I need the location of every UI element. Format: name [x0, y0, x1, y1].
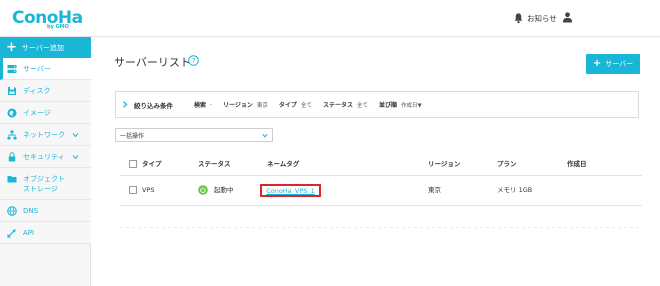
svg-text:?: ?: [192, 57, 196, 65]
dns-icon: [7, 205, 17, 216]
bulk-action-select[interactable]: 一括操作: [115, 128, 273, 142]
api-icon: [7, 228, 16, 238]
chevron-right-icon[interactable]: [122, 101, 128, 108]
sidebar-item-label: ネットワーク: [23, 130, 65, 139]
filter-type-label: タイプ: [278, 102, 297, 109]
sidebar-item-object-storage[interactable]: オブジェクト ストレージ: [0, 168, 91, 200]
bulk-action-value: 一括操作: [120, 132, 145, 140]
sidebar-item-label: セキュリティ: [23, 152, 65, 161]
power-icon: [198, 185, 208, 195]
chevron-down-icon: [72, 155, 79, 160]
disk-icon: [8, 86, 16, 95]
sidebar-item-label: DNS: [23, 206, 39, 215]
sidebar-item-image[interactable]: イメージ: [0, 102, 91, 124]
table-footer-divider: [120, 227, 642, 228]
column-header-plan[interactable]: プラン: [497, 155, 517, 173]
chevron-down-icon: [262, 133, 268, 138]
column-header-created[interactable]: 作成日: [567, 155, 587, 173]
sidebar-item-label: ディスク: [23, 86, 51, 95]
add-server-sidebar-button[interactable]: + サーバー追加: [0, 37, 91, 58]
bell-icon: [514, 13, 523, 24]
page-title: サーバーリスト: [114, 56, 191, 69]
help-icon[interactable]: ?: [188, 55, 199, 66]
sidebar-item-server[interactable]: サーバー: [0, 58, 91, 80]
row-type: VPS: [142, 186, 155, 194]
filter-title[interactable]: 絞り込み条件: [134, 100, 173, 110]
folder-icon: [7, 176, 17, 183]
row-checkbox[interactable]: [129, 186, 137, 194]
filter-sort-value: 作成日▼: [401, 102, 422, 109]
filter-panel[interactable]: 絞り込み条件 検索 - リージョン 東京 タイプ 全て ステータス 全て 並び順…: [115, 91, 639, 118]
table-header-divider: [120, 175, 642, 176]
sidebar-item-label: オブジェクト ストレージ: [23, 174, 65, 194]
sidebar-item-label: API: [23, 228, 35, 237]
network-icon: [7, 130, 17, 139]
column-header-status[interactable]: ステータス: [198, 155, 231, 173]
notifications-label: お知らせ: [527, 13, 557, 23]
chevron-down-icon: [72, 133, 79, 138]
column-header-type[interactable]: タイプ: [142, 155, 162, 173]
filter-search-value: -: [210, 101, 213, 108]
user-icon[interactable]: [562, 11, 573, 23]
row-status: 起動中: [214, 186, 234, 194]
select-all-checkbox[interactable]: [129, 160, 137, 168]
filter-type-value: 全て: [300, 102, 312, 109]
sidebar: + サーバー追加 サーバー ディスク イメージ ネットワーク セキュリティ オブ…: [0, 37, 91, 286]
sidebar-item-disk[interactable]: ディスク: [0, 80, 91, 102]
filter-region-value: 東京: [256, 102, 268, 109]
sidebar-item-network[interactable]: ネットワーク: [0, 124, 91, 146]
row-plan: メモリ 1GB: [497, 186, 533, 194]
lock-icon: [8, 151, 16, 161]
filter-sort-label: 並び順: [378, 102, 397, 109]
plus-icon: +: [592, 58, 602, 69]
add-server-button-label: サーバー: [605, 60, 634, 68]
filter-status-label: ステータス: [322, 102, 353, 109]
add-server-sidebar-label: サーバー追加: [21, 43, 64, 52]
notifications-button[interactable]: お知らせ: [513, 12, 557, 24]
filter-status-value: 全て: [356, 102, 368, 109]
sidebar-item-api[interactable]: API: [0, 222, 91, 244]
column-header-region[interactable]: リージョン: [428, 155, 460, 173]
server-icon: [7, 64, 17, 73]
sidebar-item-label-line1: オブジェクト: [23, 175, 65, 183]
sidebar-item-dns[interactable]: DNS: [0, 200, 91, 222]
logo-subtitle: by GMO: [47, 24, 69, 30]
image-icon: [7, 108, 17, 117]
table-row-divider: [120, 205, 642, 206]
row-region: 東京: [428, 186, 441, 194]
row-nametag-link[interactable]: ConoHa_VPS_1: [260, 184, 321, 197]
plus-icon: +: [6, 40, 17, 55]
column-header-nametag[interactable]: ネームタグ: [267, 155, 299, 173]
top-header: ConoHa by GMO お知らせ: [0, 0, 660, 37]
sidebar-item-label: イメージ: [23, 108, 51, 117]
filter-search-label: 検索: [194, 102, 207, 109]
sidebar-item-label-line2: ストレージ: [23, 185, 58, 193]
filter-region-label: リージョン: [223, 102, 253, 109]
sidebar-item-security[interactable]: セキュリティ: [0, 146, 91, 168]
row-nametag-text[interactable]: ConoHa_VPS_1: [266, 187, 315, 195]
main-content: サーバーリスト ? + サーバー 絞り込み条件 検索 - リージョン 東京 タイ…: [92, 37, 660, 286]
add-server-button[interactable]: + サーバー: [586, 54, 640, 74]
sidebar-item-label: サーバー: [23, 64, 51, 73]
